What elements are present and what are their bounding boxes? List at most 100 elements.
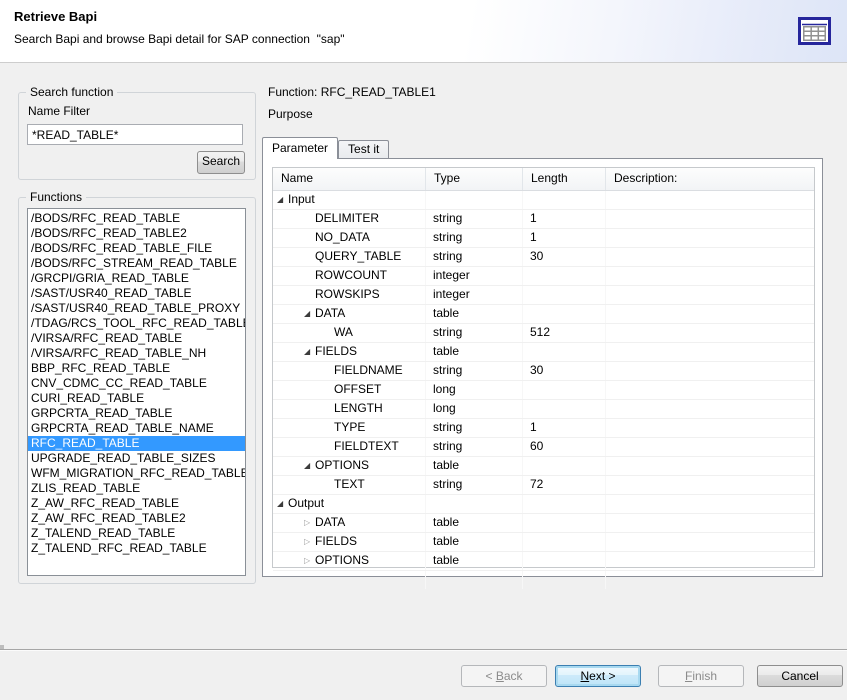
list-item[interactable]: GRPCRTA_READ_TABLE_NAME [28, 421, 245, 436]
list-item[interactable]: /BODS/RFC_READ_TABLE_FILE [28, 241, 245, 256]
list-item[interactable]: CNV_CDMC_CC_READ_TABLE [28, 376, 245, 391]
back-button: < Back [461, 665, 547, 687]
list-item[interactable]: /VIRSA/RFC_READ_TABLE_NH [28, 346, 245, 361]
param-description [606, 533, 814, 551]
collapse-arrow-icon[interactable] [304, 457, 314, 475]
table-row[interactable]: OPTIONStable [273, 552, 814, 571]
table-row[interactable]: ROWCOUNTinteger [273, 267, 814, 286]
list-item[interactable]: GRPCRTA_READ_TABLE [28, 406, 245, 421]
table-row[interactable]: FIELDNAMEstring30 [273, 362, 814, 381]
list-item[interactable]: CURI_READ_TABLE [28, 391, 245, 406]
param-length [523, 571, 606, 589]
table-row[interactable]: OPTIONStable [273, 457, 814, 476]
collapse-arrow-icon[interactable] [304, 343, 314, 361]
table-row[interactable]: ROWSKIPSinteger [273, 286, 814, 305]
list-item[interactable]: ZLIS_READ_TABLE [28, 481, 245, 496]
column-header-length[interactable]: Length [523, 168, 606, 190]
table-row[interactable]: QUERY_TABLEstring30 [273, 248, 814, 267]
list-item[interactable]: WFM_MIGRATION_RFC_READ_TABLE [28, 466, 245, 481]
table-row[interactable]: Input [273, 191, 814, 210]
name-cell: TYPE [273, 419, 426, 437]
search-button[interactable]: Search [197, 151, 245, 174]
collapse-arrow-icon[interactable] [277, 495, 287, 513]
param-description [606, 343, 814, 361]
table-row[interactable]: FIELDStable [273, 343, 814, 362]
column-header-name[interactable]: Name [273, 168, 426, 190]
param-length [523, 305, 606, 323]
table-row[interactable]: WAstring512 [273, 324, 814, 343]
list-item[interactable]: /SAST/USR40_READ_TABLE_PROXY [28, 301, 245, 316]
name-cell: DATA [273, 305, 426, 323]
expand-arrow-icon[interactable] [304, 552, 314, 570]
column-header-description[interactable]: Description: [606, 168, 814, 190]
column-header-type[interactable]: Type [426, 168, 523, 190]
purpose-label: Purpose [268, 107, 313, 121]
cancel-button[interactable]: Cancel [757, 665, 843, 687]
param-description [606, 400, 814, 418]
list-item[interactable]: /GRCPI/GRIA_READ_TABLE [28, 271, 245, 286]
name-cell: OFFSET [273, 381, 426, 399]
param-length [523, 286, 606, 304]
collapse-arrow-icon[interactable] [304, 305, 314, 323]
functions-group-legend: Functions [26, 190, 86, 205]
table-row[interactable]: TYPEstring1 [273, 419, 814, 438]
param-description [606, 229, 814, 247]
table-row[interactable]: FIELDStable [273, 533, 814, 552]
param-length [523, 400, 606, 418]
table-header-row: NameTypeLengthDescription: [273, 168, 814, 191]
param-length [523, 495, 606, 513]
list-item[interactable]: /BODS/RFC_READ_TABLE [28, 211, 245, 226]
param-name: FIELDS [315, 533, 357, 550]
list-item[interactable]: UPGRADE_READ_TABLE_SIZES [28, 451, 245, 466]
list-item[interactable]: /TDAG/RCS_TOOL_RFC_READ_TABLE [28, 316, 245, 331]
name-cell: OPTIONS [273, 457, 426, 475]
param-description [606, 419, 814, 437]
param-name: OPTIONS [315, 457, 369, 474]
collapse-arrow-icon[interactable] [277, 191, 287, 209]
table-row[interactable]: OFFSETlong [273, 381, 814, 400]
next-button[interactable]: Next > [555, 665, 641, 687]
table-row[interactable]: FIELDTEXTstring60 [273, 438, 814, 457]
name-cell: QUERY_TABLE [273, 248, 426, 266]
param-description [606, 381, 814, 399]
name-cell: LENGTH [273, 400, 426, 418]
retrieve-bapi-wizard: Retrieve Bapi Search Bapi and browse Bap… [0, 0, 847, 700]
param-length: 30 [523, 362, 606, 380]
param-type: string [426, 324, 523, 342]
list-item[interactable]: /BODS/RFC_READ_TABLE2 [28, 226, 245, 241]
table-row[interactable]: DELIMITERstring1 [273, 210, 814, 229]
list-item[interactable]: Z_AW_RFC_READ_TABLE2 [28, 511, 245, 526]
param-name: LENGTH [334, 400, 383, 417]
param-description [606, 514, 814, 532]
table-row[interactable]: LENGTHlong [273, 400, 814, 419]
list-item[interactable]: /VIRSA/RFC_READ_TABLE [28, 331, 245, 346]
param-description [606, 438, 814, 456]
table-row[interactable]: Output [273, 495, 814, 514]
param-name: DELIMITER [315, 210, 379, 227]
functions-list[interactable]: /BODS/RFC_READ_TABLE/BODS/RFC_READ_TABLE… [27, 208, 246, 576]
list-item[interactable]: Z_TALEND_READ_TABLE [28, 526, 245, 541]
list-item[interactable]: Z_AW_RFC_READ_TABLE [28, 496, 245, 511]
parameter-tab-panel: NameTypeLengthDescription: InputDELIMITE… [262, 158, 823, 577]
table-row[interactable]: DATAtable [273, 514, 814, 533]
table-row[interactable]: TEXTstring72 [273, 476, 814, 495]
list-item[interactable]: /SAST/USR40_READ_TABLE [28, 286, 245, 301]
name-filter-input[interactable] [27, 124, 243, 145]
name-cell: ROWSKIPS [273, 286, 426, 304]
param-length: 512 [523, 324, 606, 342]
param-type: string [426, 210, 523, 228]
list-item[interactable]: Z_TALEND_RFC_READ_TABLE [28, 541, 245, 556]
expand-arrow-icon[interactable] [304, 514, 314, 532]
list-item[interactable]: BBP_RFC_READ_TABLE [28, 361, 245, 376]
table-row[interactable]: NO_DATAstring1 [273, 229, 814, 248]
table-row[interactable] [273, 571, 814, 590]
param-description [606, 552, 814, 570]
list-item[interactable]: /BODS/RFC_STREAM_READ_TABLE [28, 256, 245, 271]
expand-arrow-icon[interactable] [304, 533, 314, 551]
tab-parameter[interactable]: Parameter [262, 137, 338, 159]
param-type: integer [426, 286, 523, 304]
table-row[interactable]: DATAtable [273, 305, 814, 324]
name-cell: DATA [273, 514, 426, 532]
list-item-selected[interactable]: RFC_READ_TABLE [28, 436, 245, 451]
tab-test-it[interactable]: Test it [338, 140, 389, 158]
